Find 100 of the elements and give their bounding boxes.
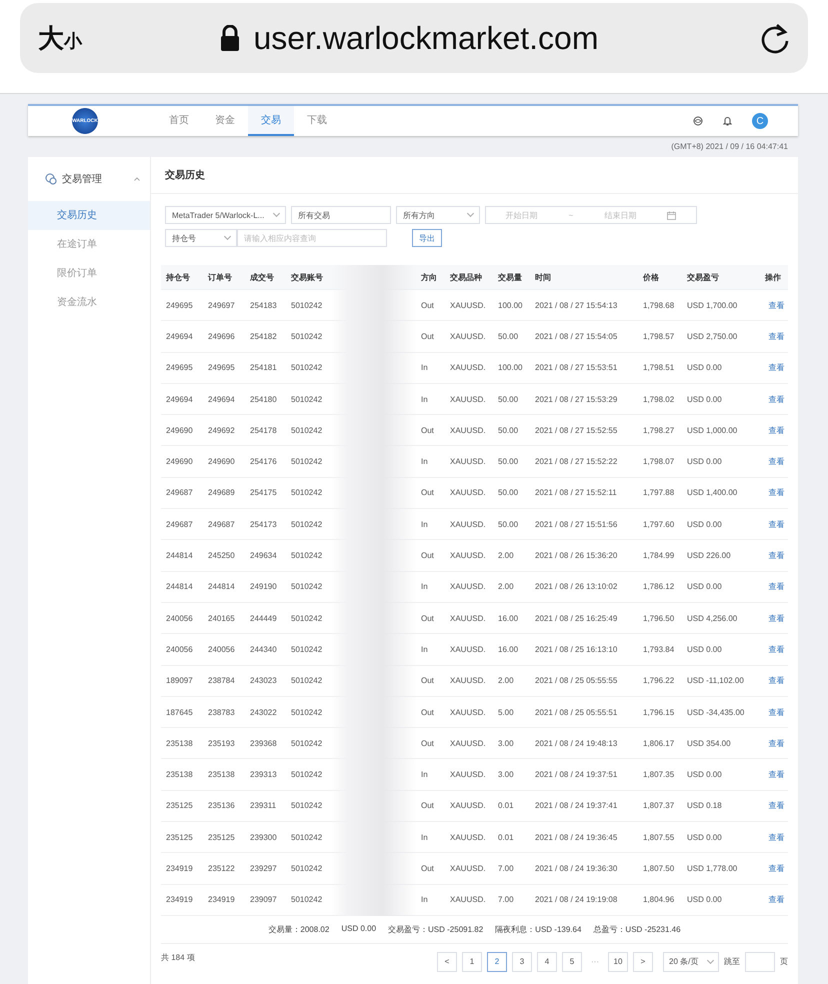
view-link[interactable]: 查看 bbox=[765, 581, 788, 592]
table-cell-text: In bbox=[421, 394, 429, 404]
column-header: 操作 bbox=[765, 272, 782, 282]
table-cell-text: 249697 bbox=[208, 300, 236, 310]
nav-tab[interactable]: 首页 bbox=[156, 106, 202, 136]
page-button[interactable]: 10 bbox=[608, 952, 628, 972]
summary-text: USD 0.00 bbox=[341, 924, 376, 935]
table-cell-text: XAUUSD. bbox=[450, 520, 487, 529]
view-link[interactable]: 查看 bbox=[765, 832, 788, 843]
view-link[interactable]: 查看 bbox=[765, 644, 788, 655]
table-cell-text: 5010242 bbox=[291, 614, 324, 623]
view-link[interactable]: 查看 bbox=[765, 550, 788, 562]
table-cell-text: 244814 bbox=[166, 582, 194, 592]
jump-page-field[interactable] bbox=[745, 952, 775, 972]
table-cell-text: USD 226.00 bbox=[687, 551, 732, 560]
bell-icon[interactable] bbox=[723, 116, 732, 126]
table-cell-text: 239311 bbox=[250, 801, 278, 810]
page-size-select[interactable]: 20 条/页 bbox=[663, 952, 719, 972]
table-cell-text: XAUUSD. bbox=[450, 801, 487, 810]
view-link[interactable]: 查看 bbox=[765, 424, 788, 436]
table-cell-text: 3.00 bbox=[498, 770, 515, 780]
column-header: 交易量 bbox=[498, 272, 523, 282]
table-cell-text: XAUUSD. bbox=[450, 708, 487, 716]
page-button[interactable]: 3 bbox=[512, 952, 532, 972]
table-cell-text: 16.00 bbox=[498, 644, 520, 654]
table-cell-text: Out bbox=[421, 426, 435, 435]
table-cell-text: 249687 bbox=[208, 520, 236, 529]
table-cell-text: 2021 / 08 / 27 15:52:55 bbox=[535, 426, 618, 435]
table-cell-text: Out bbox=[421, 676, 435, 686]
table-cell-text: 2021 / 08 / 24 19:48:13 bbox=[535, 738, 618, 748]
table-cell-text: 240056 bbox=[208, 644, 236, 654]
user-avatar[interactable]: C bbox=[752, 113, 768, 129]
nav-tab[interactable]: 交易 bbox=[248, 106, 294, 136]
sidebar-item[interactable]: 在途订单 bbox=[28, 230, 150, 259]
table-cell-text: USD 0.00 bbox=[687, 832, 723, 842]
url-text: user.warlockmarket.com bbox=[254, 20, 598, 56]
view-link[interactable]: 查看 bbox=[765, 487, 788, 498]
search-field[interactable]: 请输入相应内容查询 bbox=[237, 229, 387, 247]
sidebar-item[interactable]: 限价订单 bbox=[28, 259, 150, 288]
table-cell-text: 5010242 bbox=[291, 738, 324, 748]
view-link[interactable]: 查看 bbox=[765, 894, 788, 906]
direction-select[interactable]: 所有方向 bbox=[396, 206, 480, 224]
page-button[interactable]: 1 bbox=[462, 952, 482, 972]
view-link[interactable]: 查看 bbox=[765, 738, 788, 749]
table-cell-text: 7.00 bbox=[498, 895, 515, 904]
table-cell-text: 234919 bbox=[166, 864, 194, 873]
table-cell-text: XAUUSD. bbox=[450, 426, 487, 435]
sidebar-item[interactable]: 交易历史 bbox=[28, 201, 150, 230]
table-cell-text: 235138 bbox=[208, 770, 236, 780]
table-cell-text: 2021 / 08 / 24 19:37:41 bbox=[535, 801, 618, 810]
table-cell-text: 187645 bbox=[166, 708, 194, 716]
page-button[interactable]: 2 bbox=[487, 952, 507, 972]
table-cell-text: XAUUSD. bbox=[450, 832, 487, 842]
next-page-button[interactable]: > bbox=[633, 952, 653, 972]
previous-page-button[interactable]: < bbox=[437, 952, 457, 972]
table-cell-text: In bbox=[421, 582, 429, 592]
address-bar[interactable]: 大小 user.warlockmarket.com bbox=[20, 3, 808, 73]
table-cell-text: In bbox=[421, 832, 429, 842]
table-cell-text: XAUUSD. bbox=[450, 864, 487, 873]
view-link[interactable]: 查看 bbox=[765, 769, 788, 780]
view-link[interactable]: 查看 bbox=[765, 862, 788, 874]
view-link[interactable]: 查看 bbox=[765, 800, 788, 812]
view-link[interactable]: 查看 bbox=[765, 394, 788, 405]
text-size-button[interactable]: 大小 bbox=[38, 20, 98, 56]
view-link[interactable]: 查看 bbox=[765, 706, 788, 718]
table-cell-text: 254178 bbox=[250, 426, 278, 435]
view-link[interactable]: 查看 bbox=[765, 456, 788, 468]
table-cell-text: 1,798.57 bbox=[643, 332, 676, 341]
trade-type-select[interactable]: 所有交易 bbox=[291, 206, 391, 224]
ellipsis: ··· bbox=[590, 957, 600, 966]
table-cell-text: 254183 bbox=[250, 300, 278, 310]
table-cell-text: 249687 bbox=[166, 488, 194, 498]
view-link[interactable]: 查看 bbox=[765, 518, 788, 530]
table-cell-text: 2021 / 08 / 27 15:53:29 bbox=[535, 394, 618, 404]
sidebar-group[interactable]: 交易管理 bbox=[28, 157, 150, 201]
page-button[interactable]: 5 bbox=[562, 952, 582, 972]
view-link[interactable]: 查看 bbox=[765, 300, 788, 311]
view-link[interactable]: 查看 bbox=[765, 362, 788, 374]
export-button[interactable]: 导出 bbox=[412, 229, 442, 247]
table-cell-text: 2021 / 08 / 24 19:37:51 bbox=[535, 770, 618, 780]
table-cell-text: 50.00 bbox=[498, 457, 520, 466]
sidebar-item[interactable]: 资金流水 bbox=[28, 288, 150, 317]
table-cell-text: 5010242 bbox=[291, 770, 324, 780]
table-cell-text: XAUUSD. bbox=[450, 457, 487, 466]
table-cell-text: 2.00 bbox=[498, 582, 515, 592]
view-link[interactable]: 查看 bbox=[765, 612, 788, 624]
table-cell-text: 2021 / 08 / 24 19:36:30 bbox=[535, 864, 618, 873]
field-select[interactable]: 持仓号 bbox=[165, 229, 237, 247]
account-select[interactable]: MetaTrader 5/Warlock-L... bbox=[165, 206, 286, 224]
table-cell-text: 239300 bbox=[250, 832, 278, 842]
page-button[interactable]: 4 bbox=[537, 952, 557, 972]
nav-tab[interactable]: 资金 bbox=[202, 106, 248, 136]
reload-icon[interactable] bbox=[760, 22, 790, 54]
table-cell-text: 1,804.96 bbox=[643, 895, 676, 904]
nav-tab[interactable]: 下载 bbox=[294, 106, 340, 136]
table-cell-text: USD 0.00 bbox=[687, 770, 723, 780]
view-link[interactable]: 查看 bbox=[765, 675, 788, 686]
table-cell-text: XAUUSD. bbox=[450, 676, 487, 686]
view-link[interactable]: 查看 bbox=[765, 330, 788, 342]
table-cell-text: 249694 bbox=[208, 394, 236, 404]
